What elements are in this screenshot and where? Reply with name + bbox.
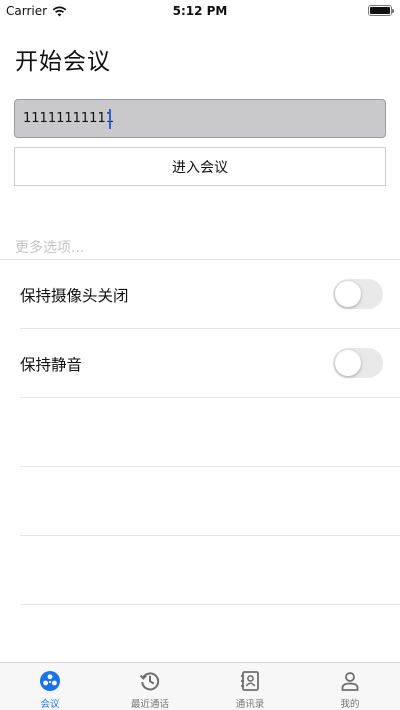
more-options-header: 更多选项... xyxy=(15,240,85,256)
tab-label-meeting: 会议 xyxy=(40,699,60,710)
mute-toggle[interactable] xyxy=(333,348,383,378)
person-icon xyxy=(341,672,359,691)
tab-label-contacts: 通讯录 xyxy=(235,699,265,710)
empty-row-divider xyxy=(20,535,400,536)
camera-off-toggle[interactable] xyxy=(333,279,383,309)
page-title: 开始会议 xyxy=(15,49,111,75)
toggle-knob xyxy=(335,281,361,307)
contacts-icon xyxy=(241,671,259,691)
setting-label-mute: 保持静音 xyxy=(20,356,83,374)
row-divider xyxy=(20,397,400,398)
meeting-icon xyxy=(40,671,60,691)
setting-row-mute: 保持静音 xyxy=(20,329,400,397)
text-caret xyxy=(109,109,111,129)
meeting-id-field-container xyxy=(14,99,386,138)
history-icon xyxy=(139,672,160,691)
tab-me[interactable]: 我的 xyxy=(300,663,400,710)
battery-icon xyxy=(368,5,394,16)
setting-label-camera-off: 保持摄像头关闭 xyxy=(20,287,129,305)
join-meeting-button[interactable]: 进入会议 xyxy=(14,147,386,186)
screen: Carrier 5:12 PM 开始会议 进入会议 更多选项... 保持摄像头关… xyxy=(0,0,400,710)
empty-row-divider xyxy=(20,466,400,467)
tab-label-recent-calls: 最近通话 xyxy=(130,699,169,710)
toggle-knob xyxy=(335,350,361,376)
tab-recent-calls[interactable]: 最近通话 xyxy=(100,663,200,710)
setting-row-camera-off: 保持摄像头关闭 xyxy=(20,260,400,328)
tab-bar: 会议 最近通话 通讯录 我的 xyxy=(0,662,400,710)
status-time: 5:12 PM xyxy=(172,4,228,18)
meeting-id-input[interactable] xyxy=(15,100,385,137)
tab-label-me: 我的 xyxy=(340,699,360,710)
join-meeting-label: 进入会议 xyxy=(172,159,228,176)
status-bar: Carrier 5:12 PM xyxy=(0,0,400,22)
tab-contacts[interactable]: 通讯录 xyxy=(200,663,300,710)
empty-row-divider xyxy=(20,604,400,605)
tab-meeting[interactable]: 会议 xyxy=(0,663,100,710)
